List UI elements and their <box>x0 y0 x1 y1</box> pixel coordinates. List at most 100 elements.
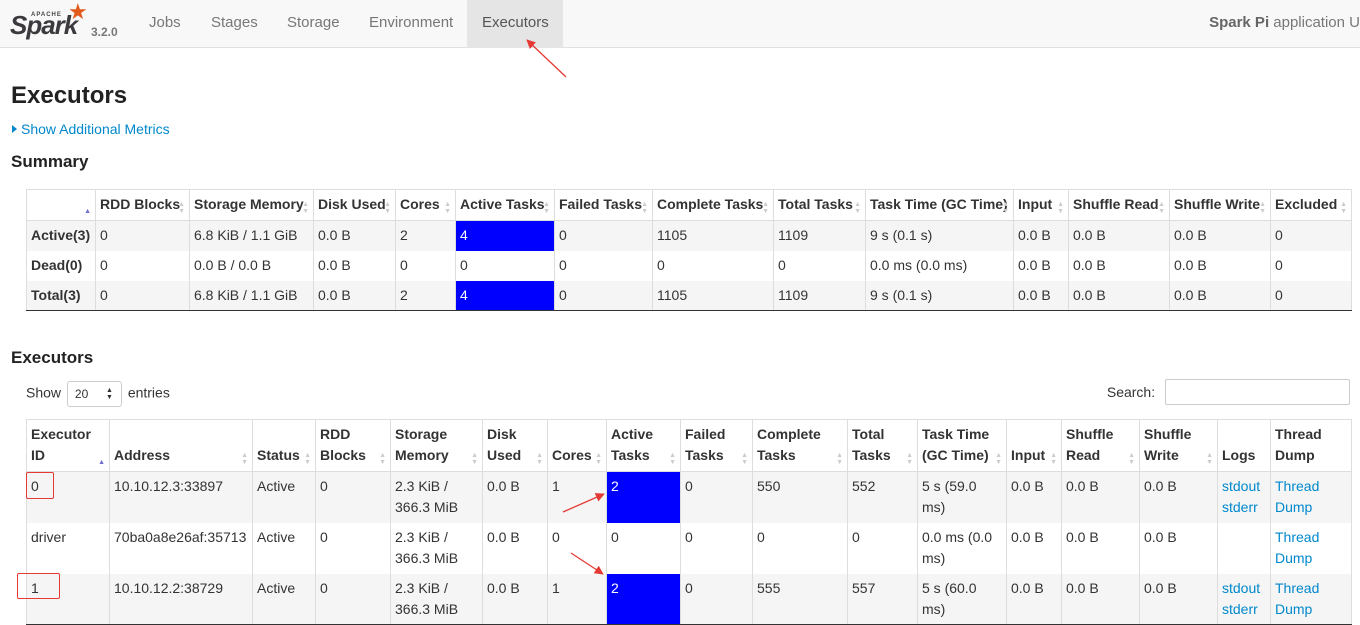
executors-header-storage-memory[interactable]: Storage Memory ▲ ▼ <box>390 419 483 472</box>
executor-cell-status: Active <box>252 573 316 625</box>
executor-cell-task-time-gc-time: 5 s (59.0 ms) <box>917 471 1007 523</box>
tab-executors[interactable]: Executors <box>467 0 563 48</box>
sort-icon: ▲ ▼ <box>471 452 478 466</box>
executors-header-complete-tasks[interactable]: Complete Tasks ▲ ▼ <box>752 419 848 472</box>
summary-header-cores[interactable]: Cores ▲ ▼ <box>395 189 456 221</box>
sort-icon: ▲ ▼ <box>241 452 248 466</box>
executors-header-label: Active Tasks <box>611 426 654 463</box>
spark-version: 3.2.0 <box>91 25 118 39</box>
executors-header-rdd-blocks[interactable]: RDD Blocks ▲ ▼ <box>315 419 391 472</box>
summary-cell-task-time-gc-time: 9 s (0.1 s) <box>865 220 1014 251</box>
summary-header-label: Total Tasks <box>778 196 853 212</box>
app-name-label: Spark Pi <box>1209 14 1270 31</box>
summary-cell-shuffle-write: 0.0 B <box>1169 250 1271 281</box>
summary-cell-active-tasks: 0 <box>455 250 555 281</box>
executors-header-cores[interactable]: Cores ▲ ▼ <box>547 419 607 472</box>
sort-icon: ▲ ▼ <box>1050 452 1057 466</box>
spark-logo[interactable]: APACHE Spark ★ 3.2.0 <box>10 0 140 48</box>
app-name: Spark Pi application U <box>1209 0 1360 46</box>
executors-header-status[interactable]: Status ▲ ▼ <box>252 419 316 472</box>
summary-header-input[interactable]: Input ▲ ▼ <box>1013 189 1069 221</box>
executors-header-label: Input <box>1011 447 1046 463</box>
tab-stages[interactable]: Stages <box>196 0 273 48</box>
executor-cell-cores: 1 <box>547 573 607 625</box>
thread-dump-link[interactable]: Thread Dump <box>1275 476 1347 518</box>
log-link-stdout[interactable]: stdout <box>1222 578 1266 599</box>
tab-jobs[interactable]: Jobs <box>134 0 196 48</box>
executor-cell-shuffle-read: 0.0 B <box>1061 471 1140 523</box>
summary-cell-failed-tasks: 0 <box>554 250 653 281</box>
summary-cell-complete-tasks: 1105 <box>652 280 774 311</box>
executor-cell-complete-tasks: 555 <box>752 573 848 625</box>
summary-cell-rdd-blocks: 0 <box>95 220 190 251</box>
tab-storage[interactable]: Storage <box>272 0 355 48</box>
page-title: Executors <box>11 82 128 109</box>
executors-header-address[interactable]: Address ▲ ▼ <box>109 419 253 472</box>
executors-header-failed-tasks[interactable]: Failed Tasks ▲ ▼ <box>680 419 753 472</box>
app-name-suffix: application U <box>1269 14 1360 31</box>
executors-header-thread-dump[interactable]: Thread Dump <box>1270 419 1352 472</box>
executor-cell-task-time-gc-time: 5 s (60.0 ms) <box>917 573 1007 625</box>
summary-row: Active(3) 0 6.8 KiB / 1.1 GiB 0.0 B 2 4 0 1105 1… <box>26 220 1352 251</box>
summary-header-task-time-gc-time[interactable]: Task Time (GC Time) ▲ ▼ <box>865 189 1014 221</box>
tab-environment[interactable]: Environment <box>354 0 468 48</box>
executors-header-task-time-gc-time[interactable]: Task Time (GC Time) ▲ ▼ <box>917 419 1007 472</box>
log-link-stderr[interactable]: stderr <box>1222 599 1266 620</box>
summary-header-storage-memory[interactable]: Storage Memory ▲ ▼ <box>189 189 314 221</box>
executor-cell-disk-used: 0.0 B <box>482 471 548 523</box>
sort-icon: ▲ ▼ <box>304 452 311 466</box>
thread-dump-link[interactable]: Thread Dump <box>1275 578 1347 620</box>
entries-select[interactable]: 20 ▲ ▼ <box>66 381 122 407</box>
summary-cell-shuffle-read: 0.0 B <box>1068 280 1170 311</box>
executors-header-label: Cores <box>552 447 592 463</box>
executor-cell-input: 0.0 B <box>1006 522 1062 574</box>
caret-right-icon <box>12 125 17 133</box>
summary-cell-disk-used: 0.0 B <box>313 250 396 281</box>
summary-header-total-tasks[interactable]: Total Tasks ▲ ▼ <box>773 189 866 221</box>
executors-header-label: Failed Tasks <box>685 426 726 463</box>
executors-header-active-tasks[interactable]: Active Tasks ▲ ▼ <box>606 419 681 472</box>
summary-cell-shuffle-write: 0.0 B <box>1169 280 1271 311</box>
executors-header-label: Disk Used <box>487 426 522 463</box>
show-additional-metrics-link[interactable]: Show Additional Metrics <box>12 121 170 137</box>
sort-icon: ▲ ▼ <box>995 452 1002 466</box>
executors-header-label: RDD Blocks <box>320 426 366 463</box>
summary-header-active-tasks[interactable]: Active Tasks ▲ ▼ <box>455 189 555 221</box>
thread-dump-link[interactable]: Thread Dump <box>1275 527 1347 569</box>
search-label: Search: <box>1106 384 1156 400</box>
log-link-stderr[interactable]: stderr <box>1222 497 1266 518</box>
summary-header-shuffle-write[interactable]: Shuffle Write ▲ ▼ <box>1169 189 1271 221</box>
executors-header-input[interactable]: Input ▲ ▼ <box>1006 419 1062 472</box>
summary-header-shuffle-read[interactable]: Shuffle Read ▲ ▼ <box>1068 189 1170 221</box>
summary-cell-storage-memory: 0.0 B / 0.0 B <box>189 250 314 281</box>
summary-header-label[interactable]: ▲ <box>26 189 96 221</box>
executors-header-shuffle-read[interactable]: Shuffle Read ▲ ▼ <box>1061 419 1140 472</box>
summary-header-excluded[interactable]: Excluded ▲ ▼ <box>1270 189 1352 221</box>
summary-cell-disk-used: 0.0 B <box>313 280 396 311</box>
executor-cell-rdd-blocks: 0 <box>315 471 391 523</box>
summary-cell-failed-tasks: 0 <box>554 280 653 311</box>
summary-header-rdd-blocks[interactable]: RDD Blocks ▲ ▼ <box>95 189 190 221</box>
summary-header-complete-tasks[interactable]: Complete Tasks ▲ ▼ <box>652 189 774 221</box>
executors-header-logs[interactable]: Logs <box>1217 419 1271 472</box>
executor-cell-shuffle-write: 0.0 B <box>1139 522 1218 574</box>
summary-header-label: Shuffle Write <box>1174 196 1261 212</box>
summary-cell-excluded: 0 <box>1270 280 1352 311</box>
summary-header-label: Excluded <box>1275 196 1338 212</box>
summary-header-disk-used[interactable]: Disk Used ▲ ▼ <box>313 189 396 221</box>
summary-header-failed-tasks[interactable]: Failed Tasks ▲ ▼ <box>554 189 653 221</box>
summary-cell-rdd-blocks: 0 <box>95 280 190 311</box>
executors-header-shuffle-write[interactable]: Shuffle Write ▲ ▼ <box>1139 419 1218 472</box>
summary-header-label: Cores <box>400 196 440 212</box>
sort-icon: ▲ ▼ <box>1206 452 1213 466</box>
executor-cell-task-time-gc-time: 0.0 ms (0.0 ms) <box>917 522 1007 574</box>
summary-cell-task-time-gc-time: 9 s (0.1 s) <box>865 280 1014 311</box>
log-link-stdout[interactable]: stdout <box>1222 476 1266 497</box>
executors-header-disk-used[interactable]: Disk Used ▲ ▼ <box>482 419 548 472</box>
executors-header-total-tasks[interactable]: Total Tasks ▲ ▼ <box>847 419 918 472</box>
summary-cell-shuffle-read: 0.0 B <box>1068 220 1170 251</box>
executors-header-executor-id[interactable]: Executor ID ▲ <box>26 419 110 472</box>
search-input[interactable] <box>1165 379 1350 405</box>
sort-icon: ▲ ▼ <box>762 201 769 215</box>
summary-cell-excluded: 0 <box>1270 220 1352 251</box>
